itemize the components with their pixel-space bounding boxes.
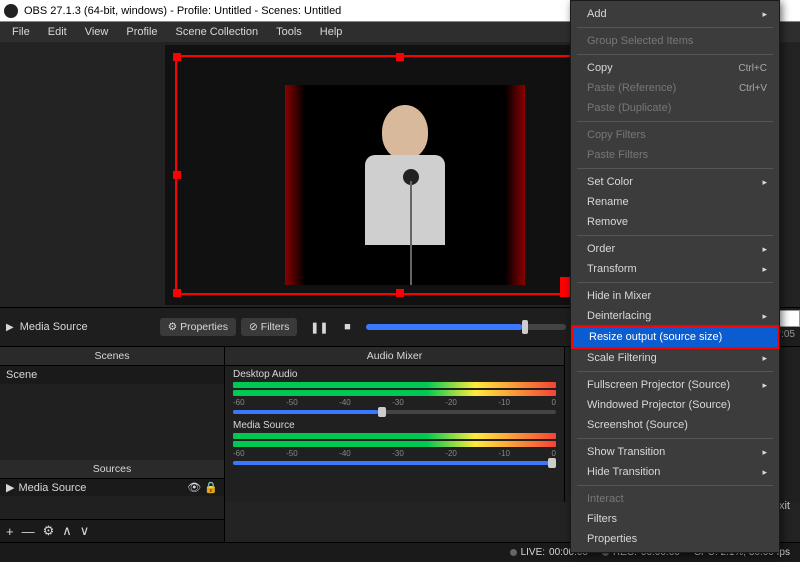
ctx-paste-ref: Paste (Reference)Ctrl+V: [571, 78, 779, 98]
sources-panel: Sources ▶Media Source 👁 🔒 + — ⚙ ∧ ∨: [0, 460, 225, 542]
ctx-resize-output[interactable]: Resize output (source size): [571, 325, 779, 349]
menu-file[interactable]: File: [4, 24, 38, 40]
selection-box[interactable]: [175, 55, 625, 295]
scene-item[interactable]: Scene: [0, 366, 224, 384]
audio-mixer-panel: Audio Mixer Desktop Audio -60-50-40-30-2…: [225, 347, 565, 502]
ctx-hide-transition[interactable]: Hide Transition▸: [571, 462, 779, 482]
context-menu: Add▸ Group Selected Items CopyCtrl+C Pas…: [570, 0, 780, 553]
menu-scene-collection[interactable]: Scene Collection: [168, 24, 267, 40]
visibility-icon[interactable]: 👁: [187, 482, 201, 494]
ctx-transform[interactable]: Transform▸: [571, 259, 779, 279]
ctx-paste-filters: Paste Filters: [571, 145, 779, 165]
app-icon: [4, 4, 18, 18]
mixer-track-desktop: Desktop Audio -60-50-40-30-20-100: [225, 366, 564, 417]
ctx-copy-filters: Copy Filters: [571, 125, 779, 145]
resize-handle[interactable]: [173, 289, 181, 297]
ctx-remove[interactable]: Remove: [571, 212, 779, 232]
filters-button[interactable]: ⊘Filters: [241, 318, 297, 336]
mixer-track-media: Media Source -60-50-40-30-20-100: [225, 417, 564, 468]
menu-profile[interactable]: Profile: [118, 24, 165, 40]
ctx-filters[interactable]: Filters: [571, 509, 779, 529]
audio-meter: [233, 441, 556, 447]
resize-handle[interactable]: [173, 171, 181, 179]
sources-footer: + — ⚙ ∧ ∨: [0, 519, 224, 542]
ctx-hide-mixer[interactable]: Hide in Mixer: [571, 286, 779, 306]
resize-handle[interactable]: [396, 53, 404, 61]
resize-handle[interactable]: [173, 53, 181, 61]
menu-help[interactable]: Help: [312, 24, 351, 40]
ctx-show-transition[interactable]: Show Transition▸: [571, 442, 779, 462]
source-settings-button[interactable]: ⚙: [43, 523, 55, 539]
ctx-scale-filtering[interactable]: Scale Filtering▸: [571, 348, 779, 368]
volume-slider[interactable]: [233, 410, 556, 414]
sources-header: Sources: [0, 460, 224, 479]
ctx-group: Group Selected Items: [571, 31, 779, 51]
volume-slider[interactable]: [233, 461, 556, 465]
remove-source-button[interactable]: —: [22, 524, 35, 539]
media-pause-button[interactable]: ❚❚: [310, 318, 328, 336]
ctx-fullscreen-projector[interactable]: Fullscreen Projector (Source)▸: [571, 375, 779, 395]
properties-button[interactable]: ⚙Properties: [160, 318, 236, 336]
audio-meter: [233, 382, 556, 388]
lock-icon[interactable]: 🔒: [204, 482, 218, 494]
mixer-header: Audio Mixer: [225, 347, 564, 366]
menu-view[interactable]: View: [77, 24, 117, 40]
ctx-order[interactable]: Order▸: [571, 239, 779, 259]
play-icon: ▶: [6, 481, 14, 494]
scenes-header: Scenes: [0, 347, 224, 366]
ctx-set-color[interactable]: Set Color▸: [571, 172, 779, 192]
audio-meter: [233, 390, 556, 396]
source-down-button[interactable]: ∨: [80, 523, 90, 539]
ctx-windowed-projector[interactable]: Windowed Projector (Source): [571, 395, 779, 415]
media-stop-button[interactable]: ■: [338, 318, 356, 336]
track-label: Media Source: [233, 420, 556, 431]
gear-icon: ⚙: [168, 321, 177, 333]
ctx-deinterlacing[interactable]: Deinterlacing▸: [571, 306, 779, 326]
track-label: Desktop Audio: [233, 369, 556, 380]
live-dot-icon: [510, 549, 517, 556]
media-seek-slider[interactable]: [366, 324, 566, 330]
ctx-add[interactable]: Add▸: [571, 4, 779, 24]
selected-source-label: Media Source: [20, 321, 160, 333]
add-source-button[interactable]: +: [6, 524, 14, 539]
menu-tools[interactable]: Tools: [268, 24, 310, 40]
play-icon: ▶: [6, 322, 14, 333]
ctx-paste-dup: Paste (Duplicate): [571, 98, 779, 118]
submenu-icon: ▸: [762, 9, 767, 20]
source-item[interactable]: ▶Media Source 👁 🔒: [0, 479, 224, 496]
ctx-rename[interactable]: Rename: [571, 192, 779, 212]
ctx-copy[interactable]: CopyCtrl+C: [571, 58, 779, 78]
ctx-properties[interactable]: Properties: [571, 529, 779, 549]
menu-edit[interactable]: Edit: [40, 24, 75, 40]
audio-meter: [233, 433, 556, 439]
ctx-interact: Interact: [571, 489, 779, 509]
ctx-screenshot[interactable]: Screenshot (Source): [571, 415, 779, 435]
resize-handle[interactable]: [396, 289, 404, 297]
source-up-button[interactable]: ∧: [62, 523, 72, 539]
